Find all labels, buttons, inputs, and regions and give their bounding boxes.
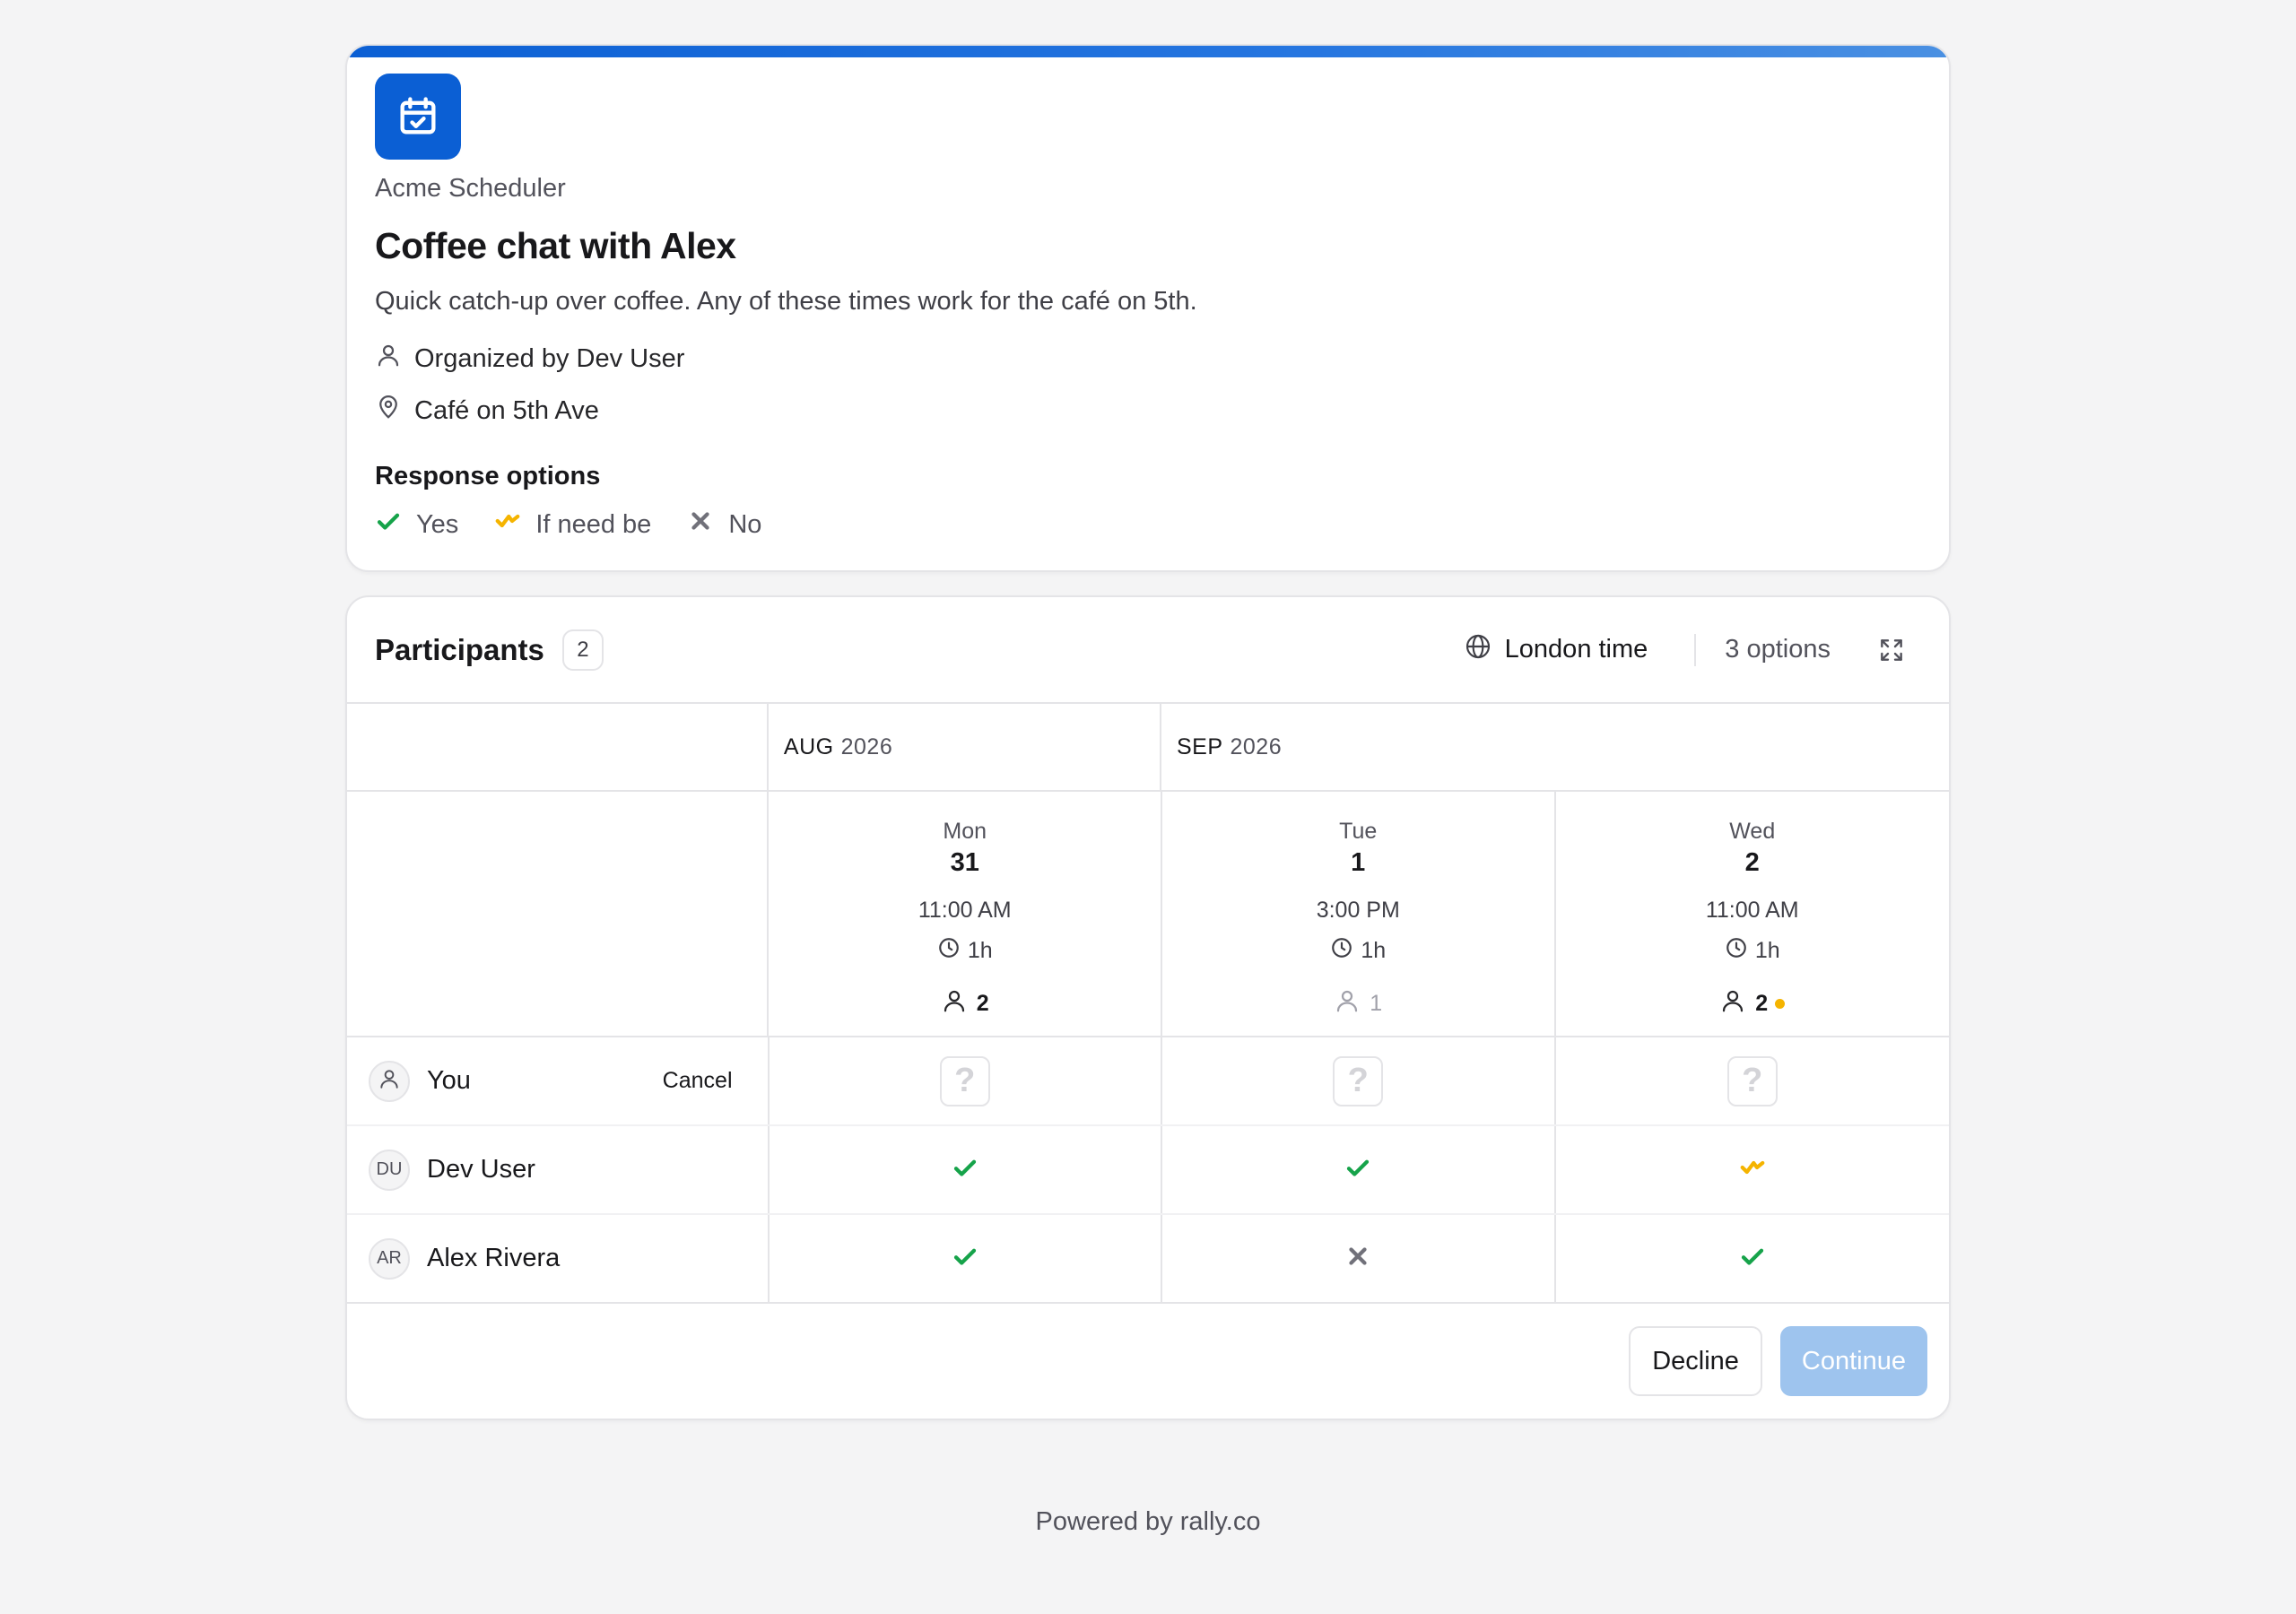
event-title: Coffee chat with Alex — [375, 225, 736, 266]
month-header-row: AUG 2026 SEP 2026 — [347, 704, 1949, 792]
response-options-title: Response options — [375, 462, 601, 490]
location-row: Café on 5th Ave — [375, 394, 1921, 428]
if-need-be-dot — [1775, 999, 1786, 1009]
check-icon — [952, 1243, 978, 1274]
avatar — [369, 1060, 410, 1102]
user-icon — [375, 342, 402, 376]
user-icon — [378, 1067, 401, 1096]
organizer-row: Organized by Dev User — [375, 342, 1921, 376]
option-column-header: Tue 1 3:00 PM 1h 1 — [1162, 792, 1556, 1036]
clock-icon — [1725, 936, 1748, 966]
powered-by-footer[interactable]: Powered by rally.co — [0, 1507, 2296, 1537]
participant-name: You — [427, 1066, 471, 1095]
expand-icon[interactable] — [1877, 636, 1906, 664]
globe-icon — [1464, 632, 1492, 668]
option-column-header: Wed 2 11:00 AM 1h 2 — [1556, 792, 1950, 1036]
organizer-text: Organized by Dev User — [414, 343, 685, 373]
option-column-header: Mon 31 11:00 AM 1h 2 — [769, 792, 1162, 1036]
vote-if-need-be — [1556, 1126, 1950, 1213]
month-header-aug: AUG 2026 — [769, 704, 1161, 790]
participants-card: Participants 2 London time 3 options AUG… — [345, 595, 1951, 1420]
timezone-button[interactable]: London time — [1464, 632, 1695, 668]
avatar: DU — [369, 1149, 410, 1191]
poll-container: Acme Scheduler Coffee chat with Alex Qui… — [345, 44, 1951, 1420]
user-icon — [941, 987, 968, 1020]
accent-bar — [347, 46, 1949, 57]
event-card: Acme Scheduler Coffee chat with Alex Qui… — [345, 44, 1951, 572]
month-header-sep: SEP 2026 — [1176, 733, 1283, 759]
options-header-row: Mon 31 11:00 AM 1h 2 Tue 1 3:00 PM 1h 1 … — [347, 792, 1949, 1037]
user-icon — [1334, 987, 1361, 1020]
participants-header: Participants 2 London time 3 options — [347, 597, 1949, 704]
legend-yes: Yes — [375, 508, 458, 542]
vote-no — [1162, 1215, 1556, 1302]
participant-name: Alex Rivera — [427, 1244, 561, 1272]
vote-yes — [1162, 1126, 1556, 1213]
participant-count-badge: 2 — [561, 629, 604, 671]
action-bar: Decline Continue — [347, 1304, 1949, 1419]
participant-name: Dev User — [427, 1155, 535, 1184]
attendee-count: 2 — [1556, 987, 1950, 1020]
participants-title: Participants — [375, 632, 544, 666]
app-name: Acme Scheduler — [375, 174, 566, 203]
location-text: Café on 5th Ave — [414, 395, 599, 425]
continue-button[interactable]: Continue — [1779, 1326, 1927, 1396]
event-description: Quick catch-up over coffee. Any of these… — [375, 287, 1197, 316]
clock-icon — [1330, 936, 1353, 966]
response-options-legend: Yes If need be No — [375, 508, 1921, 542]
vote-yes — [1556, 1215, 1950, 1302]
participant-row-you: You Cancel ? ? ? — [347, 1037, 1949, 1126]
cancel-button[interactable]: Cancel — [663, 1068, 733, 1094]
legend-if-need-be: If need be — [494, 508, 651, 542]
map-pin-icon — [375, 394, 402, 428]
x-icon — [687, 508, 714, 542]
attendee-count: 2 — [769, 987, 1161, 1020]
vote-yes — [770, 1126, 1162, 1213]
calendar-check-icon — [375, 74, 461, 160]
legend-no: No — [687, 508, 761, 542]
vote-yes — [770, 1215, 1162, 1302]
options-count: 3 options — [1725, 635, 1831, 664]
vote-toggle[interactable]: ? — [939, 1055, 990, 1106]
vote-toggle[interactable]: ? — [1333, 1055, 1384, 1106]
check-icon — [375, 508, 402, 542]
x-icon — [1344, 1243, 1371, 1274]
clock-icon — [937, 936, 961, 966]
user-icon — [1719, 987, 1746, 1020]
if-need-be-icon — [1739, 1154, 1766, 1185]
check-icon — [952, 1154, 978, 1185]
check-icon — [1344, 1154, 1371, 1185]
timezone-label: London time — [1504, 635, 1648, 664]
if-need-be-icon — [494, 508, 521, 542]
check-icon — [1739, 1243, 1766, 1274]
attendee-count: 1 — [1162, 987, 1554, 1020]
participant-row: DU Dev User — [347, 1126, 1949, 1215]
vote-toggle[interactable]: ? — [1726, 1055, 1778, 1106]
participant-row: AR Alex Rivera — [347, 1215, 1949, 1304]
avatar: AR — [369, 1237, 410, 1280]
availability-grid: AUG 2026 SEP 2026 Mon 31 11:00 AM 1h 2 Tue — [347, 704, 1949, 1304]
decline-button[interactable]: Decline — [1629, 1326, 1762, 1396]
